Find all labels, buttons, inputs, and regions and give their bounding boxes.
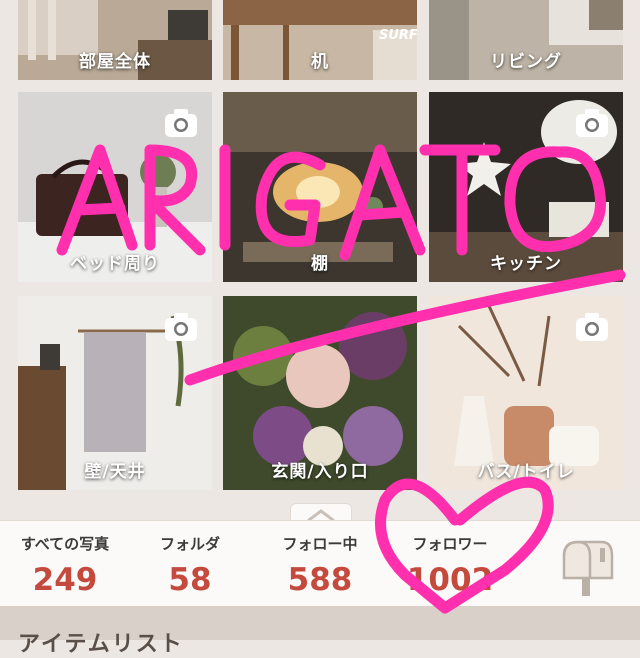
stat-following[interactable]: フォロー中 588 <box>245 521 395 598</box>
stat-folders[interactable]: フォルダ 58 <box>115 521 265 598</box>
mailbox-icon[interactable] <box>556 534 618 596</box>
stat-value: 1002 <box>406 562 494 598</box>
stat-followers[interactable]: フォロワー 1002 <box>375 521 525 598</box>
category-tile-kitchen[interactable]: キッチン <box>429 92 623 282</box>
category-tile-shelf[interactable]: 棚 <box>223 92 417 282</box>
stat-label: フォロー中 <box>282 535 358 553</box>
stat-label: フォロワー <box>412 535 488 553</box>
stat-value: 58 <box>168 562 212 598</box>
category-label: 部屋全体 <box>79 52 151 72</box>
category-tile-desk[interactable]: SURF 机 <box>223 0 417 80</box>
camera-icon[interactable] <box>164 312 198 342</box>
category-label: バス/トイレ <box>477 462 575 482</box>
camera-icon[interactable] <box>164 108 198 138</box>
surf-decor-text: SURF <box>379 28 417 43</box>
stat-value: 588 <box>287 562 353 598</box>
photo-category-grid: 部屋全体 SURF 机 リビング ベッド周り 棚 キッチン 壁/天井 玄関/入り… <box>0 0 640 500</box>
category-tile-bed[interactable]: ベッド周り <box>18 92 212 282</box>
category-label: 棚 <box>311 254 329 274</box>
camera-icon[interactable] <box>575 108 609 138</box>
stat-label: フォルダ <box>159 535 220 553</box>
category-tile-living[interactable]: リビング <box>429 0 623 80</box>
bottom-section: アイテムリスト <box>0 606 640 657</box>
category-tile-bath[interactable]: バス/トイレ <box>429 296 623 490</box>
category-tile-wall[interactable]: 壁/天井 <box>18 296 212 490</box>
category-tile-room[interactable]: 部屋全体 <box>18 0 212 80</box>
category-label: 壁/天井 <box>84 462 146 482</box>
category-tile-entrance[interactable]: 玄関/入り口 <box>223 296 417 490</box>
category-label: 玄関/入り口 <box>271 462 369 482</box>
profile-stats-bar: すべての写真 249 フォルダ 58 フォロー中 588 フォロワー 1002 <box>0 520 640 607</box>
category-label: 机 <box>311 52 329 72</box>
category-label: リビング <box>490 52 562 72</box>
category-label: キッチン <box>490 254 562 274</box>
camera-icon[interactable] <box>575 312 609 342</box>
section-title: アイテムリスト <box>18 632 184 657</box>
category-label: ベッド周り <box>70 254 160 274</box>
